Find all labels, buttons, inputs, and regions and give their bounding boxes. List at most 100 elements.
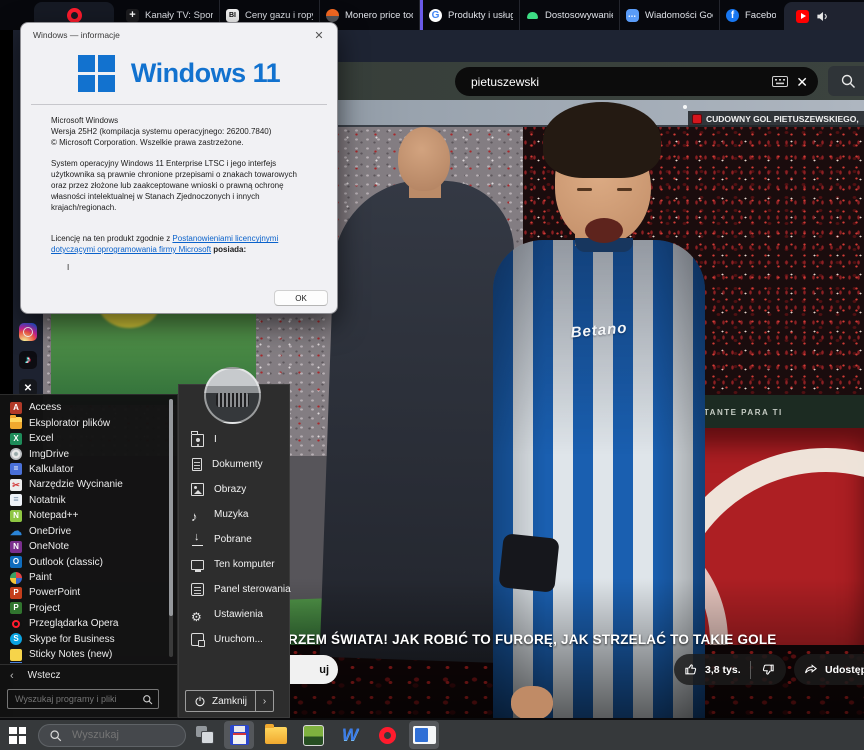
start-app-kalkulator[interactable]: Kalkulator: [0, 462, 177, 477]
start-button[interactable]: [9, 727, 26, 744]
opera-logo-icon: [67, 8, 82, 23]
start-app-paint[interactable]: Paint: [0, 570, 177, 585]
start-app-opera[interactable]: Przeglądarka Opera: [0, 616, 177, 631]
sidebar-instagram-button[interactable]: [19, 323, 37, 341]
start-app-outlook[interactable]: Outlook (classic): [0, 554, 177, 569]
android-icon: [526, 9, 539, 22]
task-view-icon[interactable]: [196, 726, 216, 744]
youtube-search-bar[interactable]: ✕: [455, 67, 818, 96]
tab-audio-icon[interactable]: [816, 10, 829, 23]
app-label: Sticky Notes (new): [29, 649, 112, 660]
shutdown-button-group: Zamknij ›: [185, 690, 274, 712]
taskbar-app-movies-app[interactable]: [409, 721, 439, 749]
search-icon: [49, 729, 62, 742]
start-app-powerpoint[interactable]: PowerPoint: [0, 585, 177, 600]
start-place-music[interactable]: Muzyka: [179, 502, 289, 527]
product-name: Microsoft Windows: [51, 116, 313, 127]
player-hand: [511, 686, 553, 718]
close-icon[interactable]: ✕: [311, 29, 327, 42]
instagram-icon: [19, 323, 37, 341]
player-hair: [543, 102, 661, 178]
search-input[interactable]: [469, 74, 764, 90]
start-place-image[interactable]: Obrazy: [179, 477, 289, 502]
video-top-title: CUDOWNY GOL PIETUSZEWSKIEGO, DO: [706, 114, 860, 124]
sidebar-tiktok-button[interactable]: [19, 351, 37, 369]
document-icon: [192, 458, 202, 471]
start-app-notatnik[interactable]: Notatnik: [0, 493, 177, 508]
start-app-snipping[interactable]: Narzędzie Wycinanie: [0, 477, 177, 492]
imgdrive-icon: [10, 448, 22, 460]
start-app-clipped[interactable]: [0, 662, 177, 663]
taskbar-app-floppy-disk[interactable]: [224, 721, 254, 749]
tab-title: Ceny gazu i ropy pod p: [245, 10, 313, 21]
taskbar-search-input[interactable]: [70, 728, 175, 742]
player-mouth: [585, 218, 623, 243]
start-app-skype[interactable]: Skype for Business: [0, 632, 177, 647]
user-avatar[interactable]: [204, 367, 261, 424]
start-app-project[interactable]: Project: [0, 601, 177, 616]
start-app-explorer[interactable]: Eksplorator plików: [0, 415, 177, 430]
settings-icon: [191, 608, 204, 621]
taskbar-app-green-app[interactable]: [298, 721, 328, 749]
start-app-excel[interactable]: Excel: [0, 431, 177, 446]
start-app-sticky[interactable]: Sticky Notes (new): [0, 647, 177, 662]
folder-icon: [265, 727, 287, 744]
dialog-titlebar[interactable]: Windows — informacje ✕: [21, 23, 337, 47]
search-button[interactable]: [828, 66, 864, 96]
search-icon: [840, 73, 856, 89]
start-place-user-folder[interactable]: I: [179, 427, 289, 452]
start-menu-app-list: Access Eksplorator plików Excel ImgDrive…: [0, 395, 177, 663]
start-search-input[interactable]: [13, 693, 142, 705]
taskbar-apps: [224, 721, 439, 749]
player-armband: [498, 533, 559, 593]
thumb-down-icon[interactable]: [760, 662, 775, 677]
copyright-line: © Microsoft Corporation. Wszelkie prawa …: [51, 138, 313, 149]
clear-search-icon[interactable]: ✕: [796, 75, 808, 89]
windows-logo-text: Windows 11: [131, 58, 280, 89]
share-icon: [804, 662, 819, 677]
taskbar-search[interactable]: [38, 724, 186, 747]
taskbar-app-w-app[interactable]: [335, 721, 365, 749]
start-place-computer[interactable]: Ten komputer: [179, 552, 289, 577]
tab-android[interactable]: Dostosowywanie dymk: [520, 0, 620, 30]
start-place-run[interactable]: Uruchom...: [179, 627, 289, 652]
start-menu-scrollbar[interactable]: [169, 399, 173, 657]
opera-icon: [10, 618, 22, 630]
tab-google[interactable]: Produkty i usługi Googl: [420, 0, 520, 30]
share-button[interactable]: Udostępnij: [794, 654, 864, 685]
start-menu: Access Eksplorator plików Excel ImgDrive…: [0, 394, 178, 718]
taskbar-app-opera[interactable]: [372, 721, 402, 749]
control-panel-icon: [191, 583, 204, 596]
taskbar-app-folder[interactable]: [261, 721, 291, 749]
start-app-onedrive[interactable]: OneDrive: [0, 524, 177, 539]
start-app-imgdrive[interactable]: ImgDrive: [0, 446, 177, 461]
start-menu-search-box[interactable]: [7, 689, 159, 709]
video-top-title-bar: CUDOWNY GOL PIETUSZEWSKIEGO, DO: [688, 111, 864, 127]
start-place-control-panel[interactable]: Panel sterowania: [179, 577, 289, 602]
tab-facebook[interactable]: Facebook: [720, 0, 782, 30]
stadium-light: [683, 105, 687, 109]
user-folder-icon: [191, 434, 204, 447]
like-dislike-buttons[interactable]: 3,8 tys.: [674, 654, 786, 685]
start-app-notepadpp[interactable]: Notepad++: [0, 508, 177, 523]
start-place-document[interactable]: Dokumenty: [179, 452, 289, 477]
google-news-icon: [626, 9, 639, 22]
start-place-settings[interactable]: Ustawienia: [179, 602, 289, 627]
start-app-access[interactable]: Access: [0, 400, 177, 415]
start-place-download[interactable]: Pobrane: [179, 527, 289, 552]
start-menu-places: I Dokumenty Obrazy Muzyka Pobrane Ten ko…: [179, 427, 289, 652]
keyboard-icon[interactable]: [772, 76, 788, 87]
back-button[interactable]: ‹ Wstecz: [0, 664, 177, 686]
version-line: Wersja 25H2 (kompilacja systemu operacyj…: [51, 127, 313, 138]
shutdown-button[interactable]: Zamknij: [186, 691, 255, 711]
legal-paragraph: System operacyjny Windows 11 Enterprise …: [51, 159, 313, 213]
shutdown-options-arrow[interactable]: ›: [255, 691, 273, 711]
ok-button[interactable]: OK: [274, 290, 328, 306]
thumb-up-icon[interactable]: [684, 662, 699, 677]
tab-google-news[interactable]: Wiadomości Google w p: [620, 0, 720, 30]
player-eye: [617, 188, 632, 191]
canal-plus-icon: [126, 9, 139, 22]
tab-youtube-active[interactable]: [784, 2, 864, 30]
start-app-onenote[interactable]: OneNote: [0, 539, 177, 554]
green-app-icon: [303, 725, 324, 746]
